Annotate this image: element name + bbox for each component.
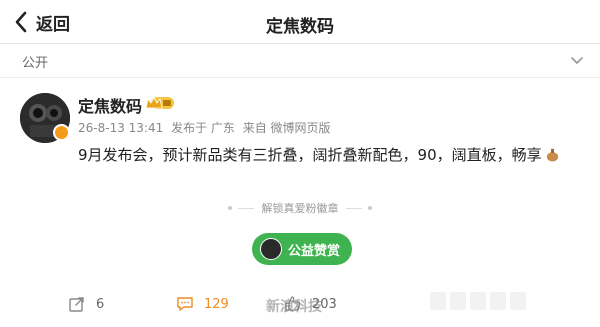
visibility-selector[interactable]: 公开 xyxy=(0,44,600,78)
post-source: 来自 微博网页版 xyxy=(242,121,331,135)
unlock-badge-label[interactable]: 解锁真爱粉徽章 xyxy=(0,200,600,216)
charity-tip-button[interactable]: 公益赞赏 xyxy=(252,233,352,265)
money-bag-emoji-icon xyxy=(546,148,558,162)
repost-button[interactable]: 6 xyxy=(68,295,104,313)
comment-count: 129 xyxy=(204,296,229,312)
watermark: 新浪科技 xyxy=(266,299,322,315)
charity-tip-label: 公益赞赏 xyxy=(288,243,341,259)
post-timestamp: 26-8-13 13:41 xyxy=(78,121,164,135)
author-name[interactable]: 定焦数码 xyxy=(78,93,142,117)
post-meta: 26-8-13 13:41 发布于 广东 来自 微博网页版 xyxy=(78,119,335,136)
comment-button[interactable]: 129 xyxy=(176,295,229,313)
repost-count: 6 xyxy=(96,296,105,312)
repost-icon xyxy=(69,297,84,312)
chevron-down-icon xyxy=(571,57,583,64)
top-bar: 返回 定焦数码 xyxy=(0,0,600,44)
charity-avatar-icon xyxy=(260,238,282,260)
redacted-area xyxy=(430,292,530,310)
badge-divider: 解锁真爱粉徽章 xyxy=(0,200,600,216)
post-body: 9月发布会，预计新品类有三折叠，阔折叠新配色，90，阔直板，畅享 xyxy=(78,146,542,164)
post-text: 9月发布会，预计新品类有三折叠，阔折叠新配色，90，阔直板，畅享 xyxy=(78,144,560,165)
vip-crown-icon xyxy=(145,97,174,109)
comment-icon xyxy=(177,297,193,311)
post-location: 发布于 广东 xyxy=(171,121,235,135)
verified-icon xyxy=(53,124,70,141)
visibility-label: 公开 xyxy=(22,56,49,71)
page-title: 定焦数码 xyxy=(266,17,334,37)
